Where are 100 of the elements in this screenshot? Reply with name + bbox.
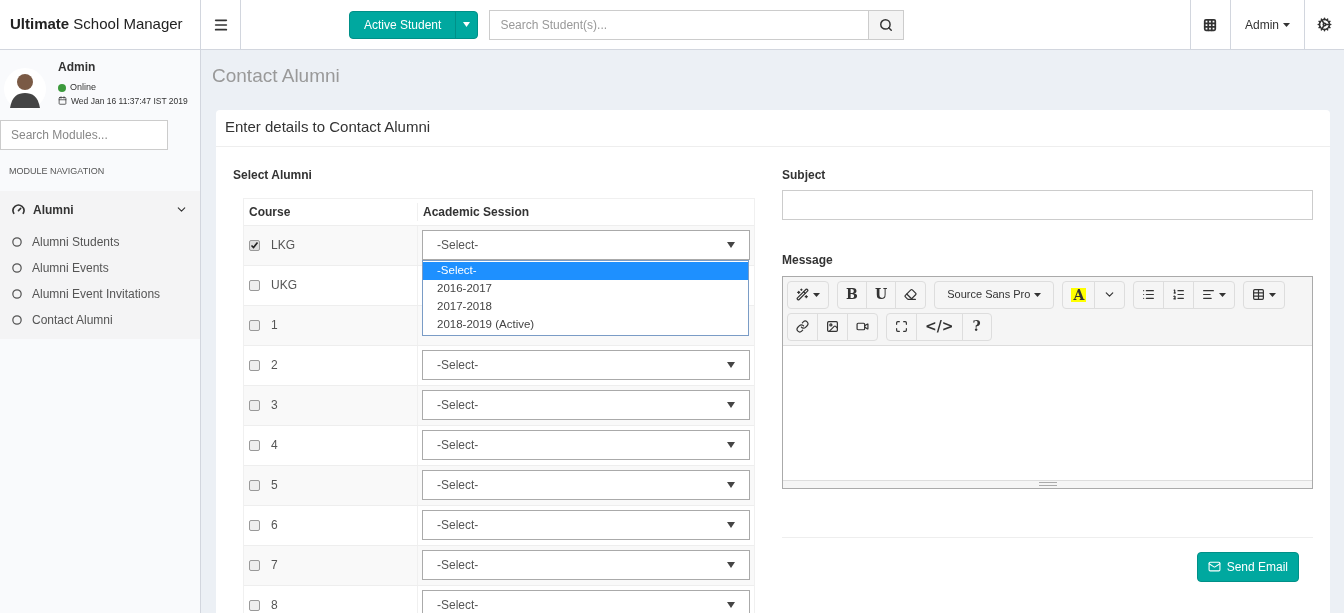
session-select[interactable]: -Select- <box>422 230 750 260</box>
section-label: MODULE NAVIGATION <box>8 165 106 178</box>
session-select[interactable]: -Select- <box>422 590 750 613</box>
toolbar-button[interactable] <box>1243 280 1286 309</box>
link-icon <box>796 320 809 333</box>
caret-icon <box>463 22 471 27</box>
subject-field[interactable] <box>782 189 1313 220</box>
course-name: 2 <box>271 357 278 374</box>
circle-icon <box>12 236 22 247</box>
highlight-button[interactable]: A <box>1062 280 1096 309</box>
session-select[interactable]: -Select- <box>422 470 750 500</box>
avatar <box>4 68 46 110</box>
circle-icon <box>12 314 22 325</box>
caret-icon <box>1283 22 1290 27</box>
caret-icon <box>727 442 735 448</box>
toolbar-button[interactable]: </> <box>916 312 963 341</box>
toolbar-button[interactable] <box>1193 280 1236 309</box>
column-header: Course <box>248 203 292 221</box>
field-label: Subject <box>782 166 827 184</box>
toolbar-button[interactable] <box>886 312 917 341</box>
caret-icon <box>727 402 735 408</box>
toolbar-button[interactable]: B <box>837 280 867 309</box>
caret-icon <box>1269 292 1277 297</box>
toolbar-button[interactable] <box>817 312 848 341</box>
eraser-icon <box>904 288 918 301</box>
caret-icon <box>727 482 735 488</box>
checkbox[interactable] <box>249 279 260 291</box>
numbered-list-icon <box>1172 288 1186 301</box>
toolbar-button[interactable] <box>787 312 818 341</box>
dropdown-option[interactable]: 2017-2018 <box>423 297 748 316</box>
checkbox[interactable] <box>249 479 260 491</box>
checkbox[interactable] <box>249 359 260 371</box>
session-select[interactable]: -Select- <box>422 430 750 460</box>
checkbox[interactable] <box>249 399 260 411</box>
menu-item[interactable]: Alumni Event Invitations <box>0 280 200 307</box>
menu-group[interactable]: Alumni <box>0 190 200 229</box>
image-icon <box>826 320 839 333</box>
checkbox[interactable] <box>249 559 260 571</box>
calendar-icon <box>58 96 67 106</box>
course-name: 1 <box>271 317 278 334</box>
card-title: Enter details to Contact Alumni <box>216 109 1330 147</box>
menu-item[interactable]: Contact Alumni <box>0 306 200 333</box>
dropdown-option[interactable]: 2018-2019 (Active) <box>423 315 748 334</box>
mail-icon <box>1207 560 1221 573</box>
session-select[interactable]: -Select- <box>422 510 750 540</box>
checkbox[interactable] <box>249 239 260 251</box>
toolbar-button[interactable] <box>1163 280 1195 309</box>
toolbar-button[interactable] <box>787 280 829 309</box>
checkbox[interactable] <box>249 319 260 331</box>
caret-icon <box>727 522 735 528</box>
module-search-field[interactable]: Search Modules... <box>0 120 168 150</box>
message-editor[interactable]: B U Source Sans Pro A </> ? <box>782 275 1313 489</box>
checkbox[interactable] <box>249 599 260 611</box>
field-label: Message <box>782 251 834 269</box>
menu-item[interactable]: Alumni Students <box>0 228 200 255</box>
font-dropdown[interactable]: Source Sans Pro <box>934 280 1055 309</box>
settings-icon <box>1317 17 1332 32</box>
student-search-field[interactable]: Search Student(s)... <box>489 9 870 40</box>
toolbar-button[interactable] <box>1133 280 1165 309</box>
toolbar-button[interactable] <box>895 280 927 309</box>
magic-wand-icon <box>796 288 809 301</box>
course-name: 8 <box>271 597 278 613</box>
fullscreen-icon <box>895 320 908 333</box>
menu-item[interactable]: Alumni Events <box>0 254 200 281</box>
caret-icon <box>1219 292 1227 297</box>
page-title: Contact Alumni <box>212 64 341 88</box>
circle-icon <box>12 262 22 273</box>
check-icon <box>250 240 259 250</box>
login-date: Wed Jan 16 11:37:47 IST 2019 <box>71 94 188 108</box>
align-icon <box>1202 288 1216 301</box>
dropdown-option[interactable]: 2016-2017 <box>423 279 748 298</box>
course-name: 6 <box>271 517 278 534</box>
session-select[interactable]: -Select- <box>422 550 750 580</box>
session-select[interactable]: -Select- <box>422 350 750 380</box>
toolbar-button[interactable]: ? <box>961 312 992 341</box>
caret-icon <box>727 562 735 568</box>
checkbox[interactable] <box>249 439 260 451</box>
session-select[interactable]: -Select- <box>422 390 750 420</box>
resize-handle-icon <box>1038 482 1057 486</box>
table-icon <box>1252 288 1266 301</box>
circle-icon <box>12 288 22 299</box>
caret-icon <box>813 292 820 297</box>
course-name: 5 <box>271 477 278 494</box>
caret-icon <box>727 602 735 608</box>
dashboard-icon <box>12 203 25 216</box>
search-button[interactable] <box>869 9 905 40</box>
course-name: UKG <box>271 277 297 294</box>
caret-icon <box>727 242 735 248</box>
checkbox[interactable] <box>249 519 260 531</box>
app-brand: Ultimate School Manager <box>10 14 183 35</box>
user-status: Online <box>70 81 96 94</box>
grid-icon <box>1203 17 1218 32</box>
toolbar-button[interactable] <box>847 312 878 341</box>
toolbar-button[interactable]: U <box>866 280 897 309</box>
search-icon <box>879 17 894 32</box>
user-menu-button[interactable]: Admin <box>1230 0 1304 49</box>
course-name: 3 <box>271 397 278 414</box>
column-header: Academic Session <box>417 202 754 221</box>
course-name: 7 <box>271 557 278 574</box>
course-name: LKG <box>271 237 295 254</box>
